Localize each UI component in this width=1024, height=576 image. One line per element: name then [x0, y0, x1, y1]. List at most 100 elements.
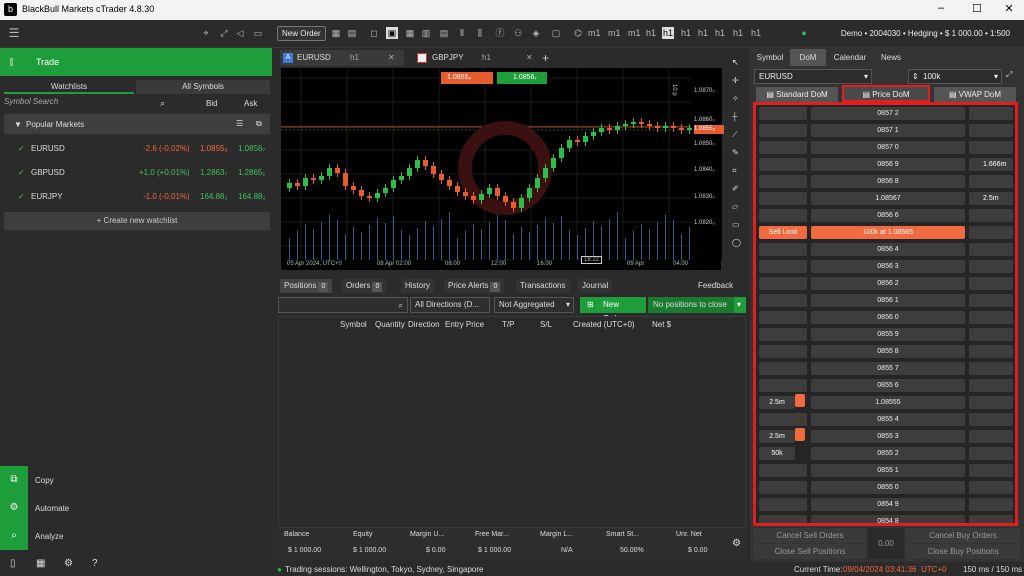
- symbol-bid[interactable]: 1.0855₈: [200, 144, 228, 153]
- minimize-button[interactable]: –: [926, 2, 956, 14]
- cancel-sell-orders-button[interactable]: Cancel Sell Orders: [754, 528, 866, 543]
- dom-sell-cell[interactable]: [759, 277, 807, 290]
- dom-buy-cell[interactable]: [969, 413, 1013, 426]
- col-direction[interactable]: Direction: [408, 320, 440, 329]
- tab-price-alerts[interactable]: Price Alerts 0: [444, 279, 505, 293]
- dom-buy-cell[interactable]: [969, 107, 1013, 120]
- active-layout-icon[interactable]: ▣: [386, 27, 398, 39]
- dom-sell-cell[interactable]: [759, 192, 807, 205]
- close-all-button[interactable]: No positions to close: [648, 297, 734, 313]
- dom-buy-cell[interactable]: [969, 345, 1013, 358]
- nav-copy[interactable]: ⧉ Copy: [0, 466, 272, 494]
- pencil-icon[interactable]: ✎: [732, 148, 739, 157]
- timeframe-h1b[interactable]: h1: [680, 27, 692, 39]
- horizontal-line-icon[interactable]: ┼: [732, 112, 738, 121]
- sell-price-box[interactable]: 1.0855₈: [441, 72, 493, 84]
- layers-icon[interactable]: ◈: [530, 27, 542, 39]
- account-info[interactable]: Demo • 2004030 • Hedging • $ 1 000.00 • …: [841, 29, 1010, 38]
- timezone[interactable]: UTC+0: [921, 565, 947, 574]
- tab-news[interactable]: News: [874, 49, 908, 66]
- dom-symbol-select[interactable]: EURUSD ▾: [754, 69, 872, 84]
- dom-sell-cell[interactable]: 50k: [759, 447, 795, 460]
- shapes-icon[interactable]: ▱: [732, 202, 738, 211]
- objects-icon[interactable]: ⚇: [512, 27, 524, 39]
- tab-calendar[interactable]: Calendar: [828, 49, 872, 66]
- dom-buy-cell[interactable]: [969, 260, 1013, 273]
- symbol-ask[interactable]: 164.88₂: [238, 192, 266, 201]
- popout-icon[interactable]: ⧉: [256, 119, 262, 129]
- dom-volume-select[interactable]: ⇕ 100k ▾: [908, 69, 1002, 84]
- dom-price-cell[interactable]: 0855 8: [811, 345, 965, 358]
- close-button[interactable]: ✕: [994, 2, 1024, 15]
- dom-price-cell[interactable]: 1.08555: [811, 396, 965, 409]
- timeframe-m3[interactable]: m1: [628, 27, 641, 39]
- positions-search-input[interactable]: ⌕: [278, 297, 408, 313]
- bars-icon[interactable]: ⫴: [456, 27, 468, 39]
- dom-sell-cell[interactable]: [759, 209, 807, 222]
- dom-buy-cell[interactable]: [969, 226, 1013, 239]
- sparkle-icon[interactable]: ✧: [732, 94, 739, 103]
- tab-standard-dom[interactable]: ▤ Standard DoM: [756, 87, 838, 102]
- dom-buy-cell[interactable]: [969, 464, 1013, 477]
- timeframe-h1a[interactable]: h1: [645, 27, 657, 39]
- dom-price-cell[interactable]: 0856 3: [811, 260, 965, 273]
- chart-mode-icon[interactable]: ▦: [330, 27, 342, 39]
- dom-sell-cell[interactable]: [759, 379, 807, 392]
- col-net[interactable]: Net $: [652, 320, 671, 329]
- screenshot-icon[interactable]: ⌬: [572, 27, 584, 39]
- dom-price-cell[interactable]: 1.08567: [811, 192, 965, 205]
- symbol-ask[interactable]: 1.0856₇: [238, 144, 265, 153]
- dom-buy-cell[interactable]: [969, 243, 1013, 256]
- watchlist-row-eurjpy[interactable]: ✓ EURJPY -1.0 (-0.01%) 164.86₂ 164.88₂: [0, 186, 272, 208]
- new-order-button[interactable]: New Order: [277, 26, 326, 41]
- maximize-button[interactable]: ☐: [962, 2, 992, 15]
- dom-price-cell[interactable]: 0855 6: [811, 379, 965, 392]
- tab-positions[interactable]: Positions 0: [280, 279, 333, 293]
- close-tab-icon[interactable]: ✕: [388, 50, 395, 66]
- settings-icon[interactable]: ⚙: [64, 558, 73, 569]
- dom-buy-cell[interactable]: [969, 311, 1013, 324]
- dom-buy-cell[interactable]: [969, 294, 1013, 307]
- tab-price-dom[interactable]: ▤ Price DoM: [842, 85, 930, 102]
- collapse-icon[interactable]: ▼: [14, 120, 22, 129]
- sound-icon[interactable]: ◁: [234, 27, 246, 39]
- symbol-bid[interactable]: 1.2863₇: [200, 168, 227, 177]
- dom-sell-cell[interactable]: [759, 481, 807, 494]
- dom-sell-cell[interactable]: [759, 294, 807, 307]
- dom-buy-cell[interactable]: [969, 430, 1013, 443]
- tab-watchlists[interactable]: Watchlists: [4, 80, 134, 94]
- timeframe-h1c[interactable]: h1: [697, 27, 709, 39]
- dom-sell-cell[interactable]: 2.5m: [759, 396, 795, 409]
- template-icon[interactable]: ▢: [550, 27, 562, 39]
- timeframe-h1d[interactable]: h1: [714, 27, 726, 39]
- dom-sell-cell[interactable]: [759, 175, 807, 188]
- dom-price-cell[interactable]: 0855 9: [811, 328, 965, 341]
- fibonacci-icon[interactable]: ⌗: [732, 166, 737, 176]
- dom-price-cell[interactable]: 100k at 1.08565: [811, 226, 965, 239]
- dom-sell-cell[interactable]: [759, 498, 807, 511]
- settings-icon[interactable]: ⚙: [732, 538, 741, 549]
- dom-buy-cell[interactable]: [969, 498, 1013, 511]
- help-icon[interactable]: ?: [92, 558, 98, 569]
- close-buy-positions-button[interactable]: Close Buy Positions: [906, 544, 1020, 559]
- dom-price-cell[interactable]: 0856 0: [811, 311, 965, 324]
- trade-header[interactable]: ⫿ Trade: [0, 48, 272, 76]
- timeframe-h1e[interactable]: h1: [732, 27, 744, 39]
- col-created[interactable]: Created (UTC+0): [573, 320, 635, 329]
- dom-price-cell[interactable]: 0855 7: [811, 362, 965, 375]
- dom-price-cell[interactable]: 0856 4: [811, 243, 965, 256]
- layout-icon[interactable]: ▭: [252, 27, 264, 39]
- tab-all-symbols[interactable]: All Symbols: [136, 80, 270, 94]
- dom-price-cell[interactable]: 0854 8: [811, 515, 965, 523]
- dom-buy-cell[interactable]: [969, 141, 1013, 154]
- dom-buy-cell[interactable]: 2.5m: [969, 192, 1013, 205]
- dom-sell-cell[interactable]: [759, 515, 807, 523]
- dom-buy-cell[interactable]: [969, 515, 1013, 523]
- mobile-icon[interactable]: ▯: [10, 558, 16, 569]
- dom-price-cell[interactable]: 0857 1: [811, 124, 965, 137]
- add-tab-icon[interactable]: +: [542, 51, 549, 65]
- dom-buy-cell[interactable]: [969, 481, 1013, 494]
- list-view-icon[interactable]: ☰: [236, 119, 243, 128]
- close-sell-positions-button[interactable]: Close Sell Positions: [754, 544, 866, 559]
- dom-sell-cell[interactable]: [759, 260, 807, 273]
